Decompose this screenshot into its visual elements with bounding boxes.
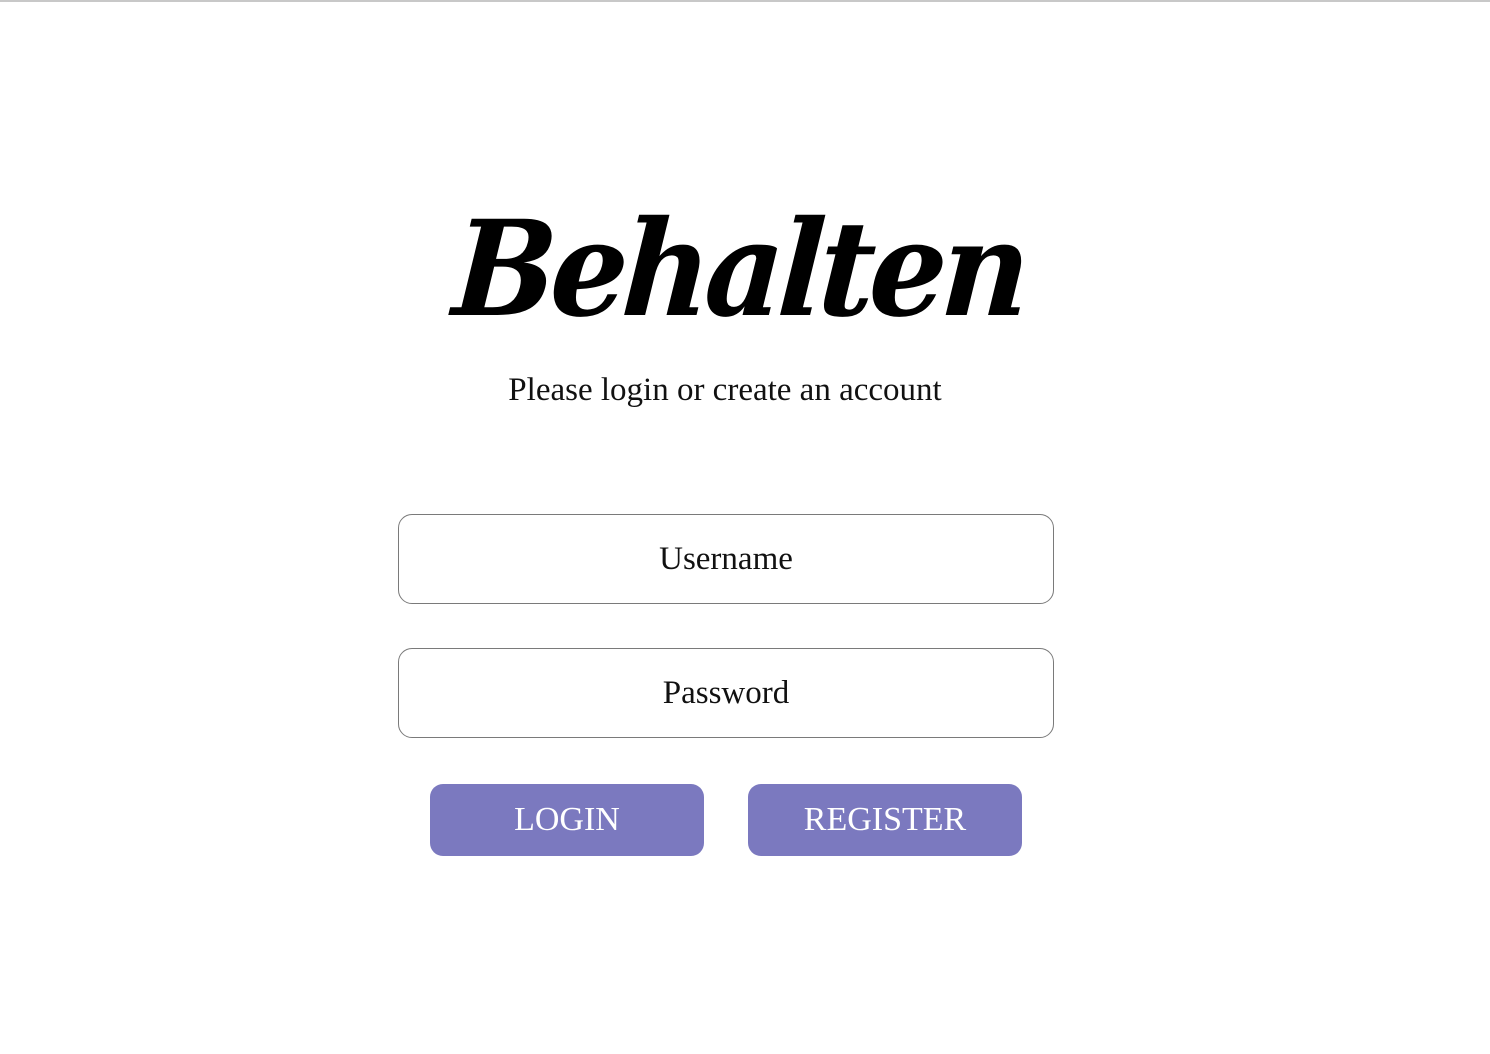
top-divider xyxy=(0,0,1490,2)
app-logo: Behalten xyxy=(449,192,1030,347)
password-input[interactable] xyxy=(398,648,1054,738)
register-button[interactable]: REGISTER xyxy=(748,784,1022,856)
login-prompt: Please login or create an account xyxy=(508,372,942,408)
username-input[interactable] xyxy=(398,514,1054,604)
login-button[interactable]: LOGIN xyxy=(430,784,704,856)
